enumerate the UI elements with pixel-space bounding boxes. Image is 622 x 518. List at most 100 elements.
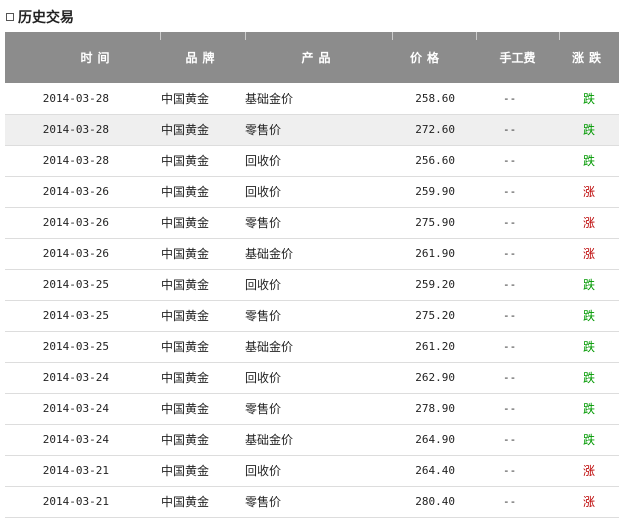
table-row: 2014-03-25 中国黄金 基础金价 261.20 -- 跌 (5, 331, 619, 362)
cell-date: 2014-03-21 (42, 464, 109, 477)
cell-brand: 中国黄金 (161, 247, 210, 261)
cell-product: 回收价 (245, 371, 282, 385)
history-table: 时间 品牌 产品 价格 手工费 涨跌 2014-03-28 中国黄金 基础金价 … (5, 32, 619, 518)
cell-product: 基础金价 (245, 340, 294, 354)
cell-price: 261.20 (415, 340, 455, 353)
cell-price: 278.90 (415, 402, 455, 415)
column-header-price-label: 价格 (409, 51, 444, 65)
cell-brand: 中国黄金 (161, 495, 210, 509)
column-header-change-label: 涨跌 (571, 51, 606, 65)
cell-brand: 中国黄金 (161, 340, 210, 354)
table-row: 2014-03-25 中国黄金 回收价 259.20 -- 跌 (5, 269, 619, 300)
cell-brand: 中国黄金 (161, 371, 210, 385)
cell-date: 2014-03-24 (42, 402, 109, 415)
cell-product: 基础金价 (245, 91, 294, 106)
table-row: 2014-03-21 中国黄金 回收价 264.40 -- 涨 (5, 455, 619, 486)
cell-change: 跌 (582, 433, 595, 447)
column-header-time[interactable]: 时间 (5, 32, 160, 83)
cell-brand: 中国黄金 (161, 309, 210, 323)
cell-date: 2014-03-24 (42, 371, 109, 384)
table-row: 2014-03-28 中国黄金 基础金价 258.60 -- 跌 (5, 83, 619, 114)
header-separator (559, 32, 560, 40)
cell-change: 跌 (582, 154, 595, 168)
cell-change: 涨 (582, 495, 595, 509)
cell-date: 2014-03-26 (42, 185, 109, 198)
header-separator (245, 32, 246, 40)
column-header-fee-label: 手工费 (499, 51, 536, 65)
table-header-row: 时间 品牌 产品 价格 手工费 涨跌 (5, 32, 619, 83)
column-header-product-label: 产品 (301, 51, 336, 65)
cell-brand: 中国黄金 (161, 278, 210, 292)
cell-change: 跌 (582, 91, 595, 106)
table-row: 2014-03-24 中国黄金 零售价 278.90 -- 跌 (5, 393, 619, 424)
cell-product: 零售价 (245, 309, 282, 323)
cell-price: 261.90 (415, 247, 455, 260)
cell-change: 涨 (582, 216, 595, 230)
cell-change: 跌 (582, 402, 595, 416)
column-header-product[interactable]: 产品 (245, 32, 392, 83)
section-header: 历史交易 (6, 4, 74, 30)
cell-fee: -- (503, 185, 517, 198)
cell-fee: -- (503, 91, 517, 105)
cell-date: 2014-03-25 (42, 309, 109, 322)
cell-price: 275.90 (415, 216, 455, 229)
cell-price: 275.20 (415, 309, 455, 322)
cell-brand: 中国黄金 (161, 185, 210, 199)
column-header-fee[interactable]: 手工费 (476, 32, 559, 83)
cell-product: 零售价 (245, 495, 282, 509)
cell-change: 涨 (582, 247, 595, 261)
cell-product: 回收价 (245, 185, 282, 199)
table-row: 2014-03-24 中国黄金 回收价 262.90 -- 跌 (5, 362, 619, 393)
cell-brand: 中国黄金 (161, 464, 210, 478)
cell-brand: 中国黄金 (161, 216, 210, 230)
cell-brand: 中国黄金 (161, 91, 210, 106)
cell-product: 零售价 (245, 402, 282, 416)
cell-price: 262.90 (415, 371, 455, 384)
cell-price: 264.40 (415, 464, 455, 477)
cell-fee: -- (503, 402, 517, 415)
checkbox-icon[interactable] (6, 13, 14, 21)
cell-change: 跌 (582, 123, 595, 137)
cell-change: 跌 (582, 340, 595, 354)
header-separator (392, 32, 393, 40)
cell-date: 2014-03-26 (42, 247, 109, 260)
table-row: 2014-03-28 中国黄金 零售价 272.60 -- 跌 (5, 114, 619, 145)
cell-change: 涨 (582, 464, 595, 478)
table-row: 2014-03-25 中国黄金 零售价 275.20 -- 跌 (5, 300, 619, 331)
cell-fee: -- (503, 216, 517, 229)
cell-fee: -- (503, 154, 517, 167)
cell-date: 2014-03-24 (42, 433, 109, 446)
cell-fee: -- (503, 278, 517, 291)
cell-date: 2014-03-28 (42, 123, 109, 136)
cell-date: 2014-03-28 (42, 154, 109, 167)
table-row: 2014-03-26 中国黄金 零售价 275.90 -- 涨 (5, 207, 619, 238)
cell-product: 回收价 (245, 464, 282, 478)
cell-fee: -- (503, 371, 517, 384)
cell-date: 2014-03-25 (42, 278, 109, 291)
column-header-change[interactable]: 涨跌 (559, 32, 619, 83)
cell-change: 跌 (582, 278, 595, 292)
cell-product: 回收价 (245, 154, 282, 168)
cell-price: 259.90 (415, 185, 455, 198)
cell-price: 280.40 (415, 495, 455, 508)
cell-date: 2014-03-21 (42, 495, 109, 508)
column-header-price[interactable]: 价格 (392, 32, 476, 83)
cell-product: 基础金价 (245, 247, 294, 261)
cell-brand: 中国黄金 (161, 123, 210, 137)
cell-date: 2014-03-25 (42, 340, 109, 353)
cell-price: 258.60 (415, 91, 455, 105)
cell-date: 2014-03-26 (42, 216, 109, 229)
column-header-brand-label: 品牌 (185, 51, 220, 65)
cell-change: 跌 (582, 371, 595, 385)
cell-product: 回收价 (245, 278, 282, 292)
cell-fee: -- (503, 433, 517, 446)
table-row: 2014-03-24 中国黄金 基础金价 264.90 -- 跌 (5, 424, 619, 455)
cell-fee: -- (503, 340, 517, 353)
cell-date: 2014-03-28 (42, 91, 109, 105)
cell-change: 跌 (582, 309, 595, 323)
cell-product: 基础金价 (245, 433, 294, 447)
cell-product: 零售价 (245, 216, 282, 230)
column-header-brand[interactable]: 品牌 (160, 32, 245, 83)
section-title: 历史交易 (18, 10, 74, 26)
cell-fee: -- (503, 309, 517, 322)
